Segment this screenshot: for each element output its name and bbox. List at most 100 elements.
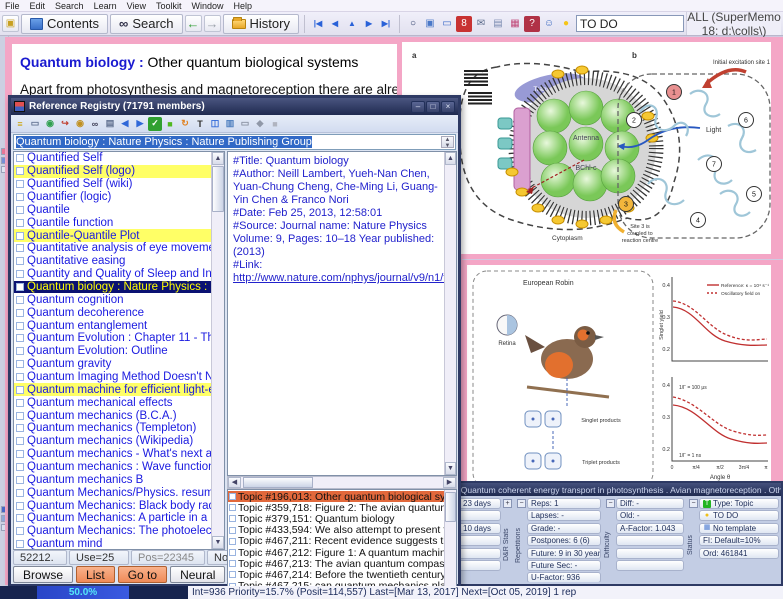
item-checkbox[interactable] xyxy=(16,386,24,394)
registry-list-item[interactable]: Quantum Mechanics: Black body radiatio xyxy=(14,499,211,512)
search-button[interactable]: ∞ Search xyxy=(110,14,182,34)
menu-item[interactable]: View xyxy=(122,1,151,11)
item-checkbox[interactable] xyxy=(16,232,24,240)
list-view-icon[interactable]: ▥ xyxy=(223,117,237,131)
contents-button[interactable]: Contents xyxy=(21,14,108,34)
registry-list-item[interactable]: Quantile-Quantile Plot xyxy=(14,229,211,242)
item-checkbox[interactable] xyxy=(16,193,24,201)
menu-icon[interactable]: ≡ xyxy=(13,117,27,131)
registry-list-item[interactable]: Quantum Evolution: Outline xyxy=(14,345,211,358)
window-button[interactable]: – xyxy=(411,101,425,113)
list-scrollbar[interactable]: ▲ ▼ xyxy=(211,152,224,549)
registry-list-item[interactable]: Quantum Evolution : Chapter 11 - The qua xyxy=(14,332,211,345)
collapse-button[interactable]: − xyxy=(689,499,698,508)
scroll-down-icon[interactable]: ▼ xyxy=(445,462,456,475)
last-button[interactable]: ▶| xyxy=(378,16,394,32)
prev-button[interactable]: ◀ xyxy=(327,16,343,32)
topic-list-item[interactable]: Topic #379,151: Quantum biology xyxy=(228,513,444,524)
topic-checkbox[interactable] xyxy=(229,504,236,511)
registry-list-item[interactable]: Quantum mechanics (Wikipedia) xyxy=(14,435,211,448)
new-collection-icon[interactable]: ▣ xyxy=(2,15,19,32)
registry-list-item[interactable]: Quantitative easing xyxy=(14,255,211,268)
topic-checkbox[interactable] xyxy=(229,549,236,556)
item-checkbox[interactable] xyxy=(16,167,24,175)
registry-list-item[interactable]: Quantifier (logic) xyxy=(14,191,211,204)
registry-button[interactable]: Browse xyxy=(13,566,73,583)
collapse-button[interactable]: − xyxy=(606,499,615,508)
registry-button[interactable]: Neural xyxy=(170,566,225,583)
item-checkbox[interactable] xyxy=(16,244,24,252)
green-square-icon[interactable]: ■ xyxy=(163,117,177,131)
item-checkbox[interactable] xyxy=(16,463,24,471)
redo-icon[interactable]: ↪ xyxy=(58,117,72,131)
up-button[interactable]: ▲ xyxy=(344,16,360,32)
back-button[interactable]: ← xyxy=(185,15,202,32)
next-icon[interactable]: ▶ xyxy=(133,117,147,131)
topic-list-item[interactable]: Topic #433,594: We also attempt to prese… xyxy=(228,525,444,536)
binoculars-icon[interactable]: ∞ xyxy=(88,117,102,131)
registry-list-item[interactable]: Quantum Mechanics: The photoelectric ef xyxy=(14,525,211,538)
topic-checkbox[interactable] xyxy=(229,493,236,500)
scroll-left-icon[interactable]: ◀ xyxy=(228,477,241,488)
registry-list-item[interactable]: Quantum biology : Nature Physics : Natur… xyxy=(14,281,211,294)
history-button[interactable]: History xyxy=(223,14,299,34)
registry-search-input[interactable]: Quantum biology : Nature Physics : Natur… xyxy=(13,134,456,150)
forward-button[interactable]: → xyxy=(204,15,221,32)
item-checkbox[interactable] xyxy=(16,206,24,214)
details-scrollbar[interactable]: ▲ ▼ xyxy=(444,152,456,475)
notes-icon[interactable]: ▤ xyxy=(490,16,506,32)
snapshot-icon[interactable]: ▣ xyxy=(422,16,438,32)
registry-list-item[interactable]: Quantified Self (wiki) xyxy=(14,178,211,191)
item-checkbox[interactable] xyxy=(16,476,24,484)
globe-icon[interactable]: ◉ xyxy=(43,117,57,131)
zoom-icon[interactable]: ○ xyxy=(405,16,421,32)
item-checkbox[interactable] xyxy=(16,360,24,368)
bulb-icon[interactable]: ● xyxy=(558,16,574,32)
registry-list-item[interactable]: Quantum decoherence xyxy=(14,306,211,319)
help-icon[interactable]: ? xyxy=(524,16,540,32)
item-checkbox[interactable] xyxy=(16,322,24,330)
menu-item[interactable]: Search xyxy=(50,1,89,11)
registry-list-item[interactable]: Quantile function xyxy=(14,216,211,229)
registry-list-item[interactable]: Quantum gravity xyxy=(14,358,211,371)
scrollbar-thumb[interactable] xyxy=(243,477,313,488)
reference-link[interactable]: http://www.nature.com/nphys/journal/v9/n… xyxy=(233,272,442,285)
registry-list-item[interactable]: Quantitative analysis of eye movements d xyxy=(14,242,211,255)
item-checkbox[interactable] xyxy=(16,180,24,188)
diamond-icon[interactable]: ◆ xyxy=(253,117,267,131)
mail-icon[interactable]: ✉ xyxy=(473,16,489,32)
scroll-right-icon[interactable]: ▶ xyxy=(443,477,456,488)
window-icon[interactable]: ▭ xyxy=(28,117,42,131)
item-checkbox[interactable] xyxy=(16,514,24,522)
topic-checkbox[interactable] xyxy=(229,527,236,534)
item-checkbox[interactable] xyxy=(16,347,24,355)
item-checkbox[interactable] xyxy=(16,399,24,407)
menu-item[interactable]: Edit xyxy=(25,1,51,11)
topic-list-item[interactable]: Topic #467,212: Figure 1: A quantum mach… xyxy=(228,547,444,558)
check-icon[interactable]: ✓ xyxy=(148,117,162,131)
menu-item[interactable]: Window xyxy=(186,1,228,11)
window-button[interactable]: × xyxy=(441,101,455,113)
registry-button[interactable]: List xyxy=(76,566,115,583)
spinner-icon[interactable]: ▲▼ xyxy=(441,136,454,148)
contact-icon[interactable]: ☺ xyxy=(541,16,557,32)
item-checkbox[interactable] xyxy=(16,502,24,510)
topic-list-item[interactable]: Topic #467,214: Before the twentieth cen… xyxy=(228,569,444,580)
topic-checkbox[interactable] xyxy=(229,538,236,545)
printer-icon[interactable]: ▭ xyxy=(238,117,252,131)
scrollbar-thumb[interactable] xyxy=(212,166,224,212)
window-button[interactable]: □ xyxy=(426,101,440,113)
registry-button[interactable]: Go to xyxy=(118,566,167,583)
topic-checkbox[interactable] xyxy=(229,560,236,567)
scroll-up-icon[interactable]: ▲ xyxy=(445,152,456,165)
item-checkbox[interactable] xyxy=(16,309,24,317)
item-checkbox[interactable] xyxy=(16,412,24,420)
first-button[interactable]: |◀ xyxy=(310,16,326,32)
split-view-icon[interactable]: ◫ xyxy=(208,117,222,131)
scrollbar-thumb[interactable] xyxy=(445,492,456,522)
item-checkbox[interactable] xyxy=(16,527,24,535)
registry-list-item[interactable]: Quantum mechanics - What's next after H xyxy=(14,448,211,461)
registry-list-item[interactable]: Quantified Self (logo) xyxy=(14,165,211,178)
topic-checkbox[interactable] xyxy=(229,515,236,522)
registry-list-item[interactable]: Quantum entanglement xyxy=(14,319,211,332)
